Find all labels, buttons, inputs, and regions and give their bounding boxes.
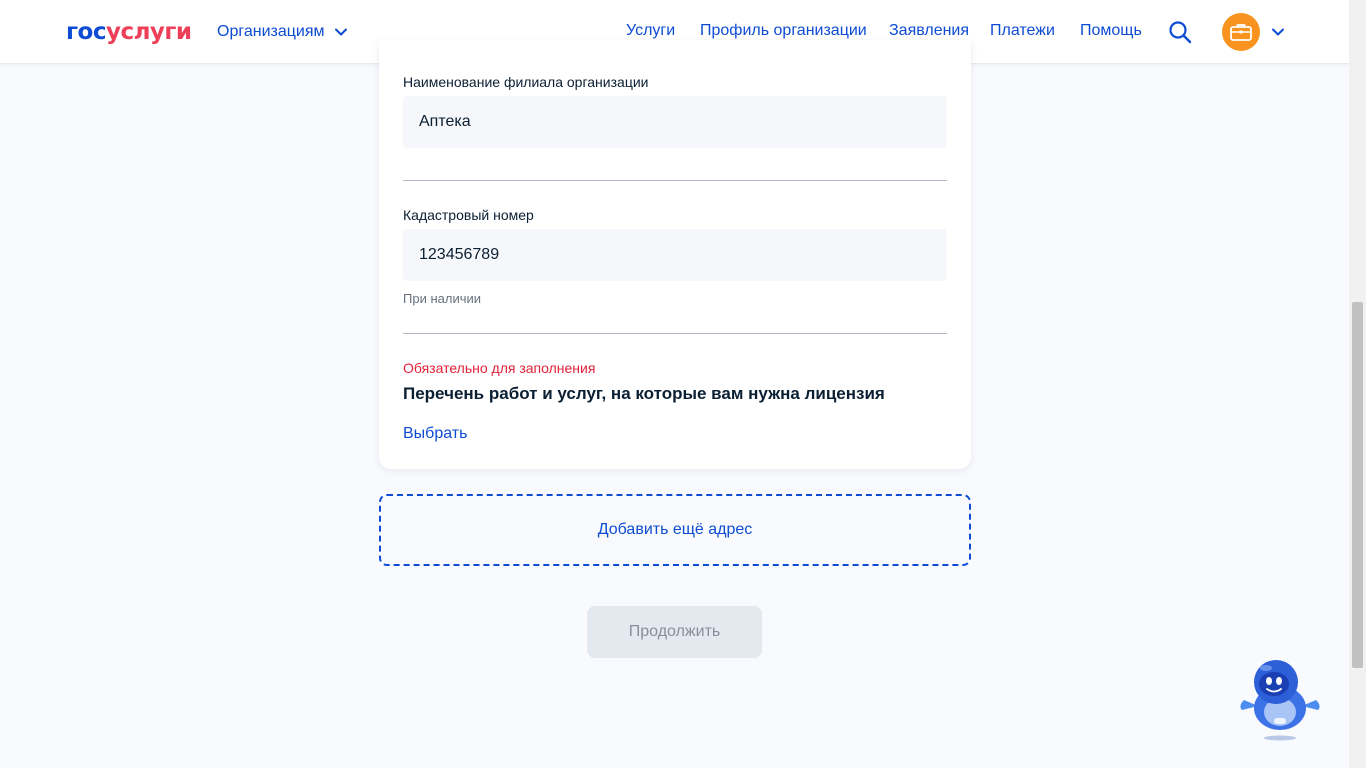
required-note: Обязательно для заполнения: [403, 360, 596, 376]
services-list-title: Перечень работ и услуг, на которые вам н…: [403, 384, 885, 403]
chevron-down-icon: [334, 28, 347, 36]
cadastral-number-label: Кадастровый номер: [403, 207, 534, 223]
logo-text-gos: гос: [66, 19, 106, 45]
divider: [403, 180, 947, 181]
nav-help[interactable]: Помощь: [1080, 22, 1142, 40]
branch-name-input[interactable]: [403, 96, 947, 148]
nav-payments[interactable]: Платежи: [990, 22, 1055, 40]
cadastral-hint: При наличии: [403, 291, 481, 306]
robot-assistant-icon[interactable]: [1236, 656, 1324, 742]
gosuslugi-logo[interactable]: госуслуги: [66, 18, 192, 46]
divider: [403, 333, 947, 334]
organization-avatar[interactable]: [1222, 13, 1260, 51]
nav-organization-profile[interactable]: Профиль организации: [700, 22, 867, 40]
nav-applications[interactable]: Заявления: [889, 22, 969, 40]
cadastral-number-input[interactable]: [403, 229, 947, 281]
briefcase-icon: [1230, 24, 1252, 41]
search-icon[interactable]: [1168, 20, 1192, 44]
organizations-dropdown-label: Организациям: [217, 23, 325, 40]
nav-services[interactable]: Услуги: [626, 22, 675, 40]
branch-name-label: Наименование филиала организации: [403, 74, 649, 90]
chevron-down-icon[interactable]: [1271, 26, 1285, 38]
organizations-dropdown[interactable]: Организациям: [217, 20, 347, 44]
logo-text-uslugi: услуги: [105, 19, 192, 45]
choose-services-link[interactable]: Выбрать: [403, 425, 467, 443]
address-form-card: Наименование филиала организации Кадастр…: [379, 40, 971, 469]
continue-button[interactable]: Продолжить: [587, 606, 762, 658]
add-address-button[interactable]: Добавить ещё адрес: [379, 494, 971, 566]
page-scrollbar-thumb[interactable]: [1352, 302, 1363, 668]
